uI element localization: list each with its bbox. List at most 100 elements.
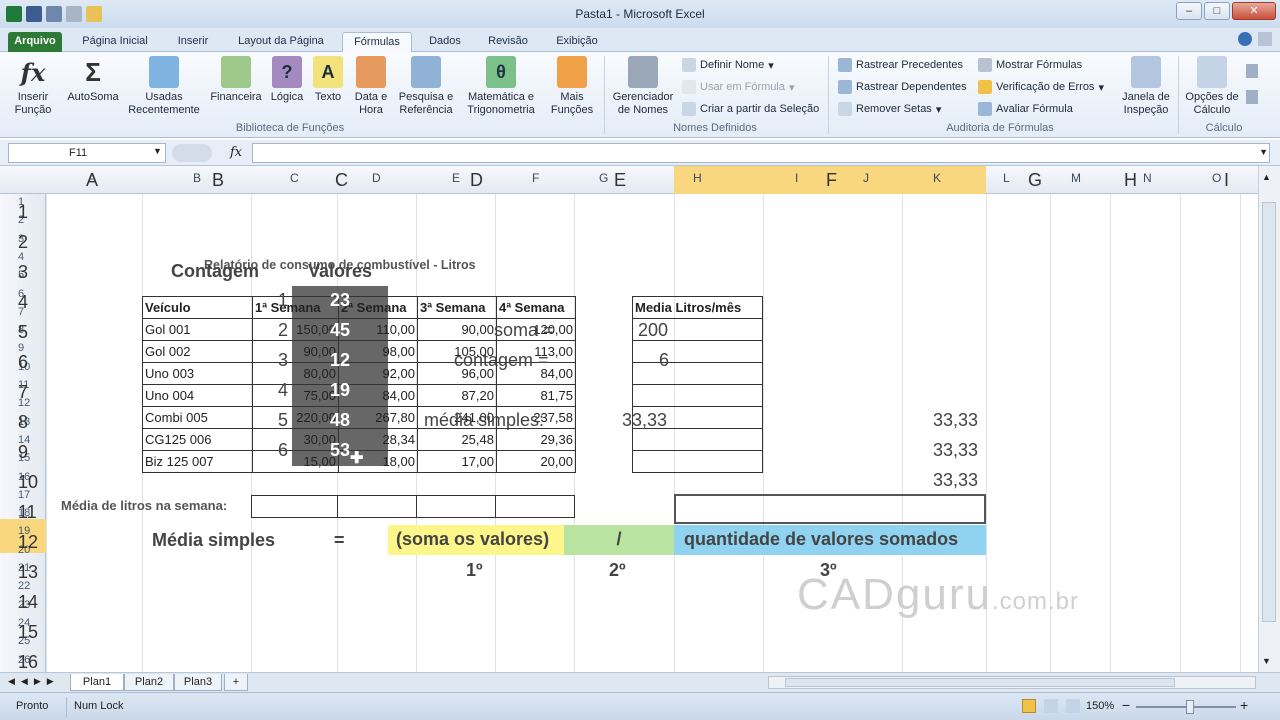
value-cell[interactable]: 98,00	[338, 340, 418, 363]
zoom-out-icon[interactable]: −	[1122, 697, 1130, 713]
page-break-view-icon[interactable]	[1066, 699, 1080, 713]
vehicle-cell[interactable]: Uno 004	[142, 384, 253, 407]
average-cell[interactable]	[337, 495, 417, 518]
maximize-button[interactable]: □	[1204, 2, 1230, 20]
financial-button[interactable]: Financeira	[208, 56, 264, 104]
value-cell[interactable]: 84,00	[338, 384, 418, 407]
value-cell[interactable]: 15,00	[252, 450, 339, 473]
chevron-down-icon[interactable]: ▼	[153, 146, 162, 156]
value-cell[interactable]: 92,00	[338, 362, 418, 385]
lookup-reference-button[interactable]: Pesquisa e Referência	[394, 56, 458, 117]
spreadsheet-grid[interactable]: ABCDEFGHIJKLMNOABCDEFGHI 1 2 3 4 5 6 7 8 9 10 11 12…	[0, 166, 1258, 672]
sheet-nav-arrows-icon[interactable]: ◀◀▶▶	[8, 676, 60, 687]
remove-arrows-button[interactable]: Remover Setas ▾	[838, 102, 941, 116]
vertical-scrollbar[interactable]: ▲ ▼	[1258, 166, 1280, 672]
zoom-level[interactable]: 150%	[1086, 700, 1114, 712]
zoom-in-icon[interactable]: +	[1240, 697, 1248, 713]
value-cell[interactable]: 150,00	[252, 318, 339, 341]
value-cell[interactable]: 30,00	[252, 428, 339, 451]
sheet-tab-plan1[interactable]: Plan1	[70, 674, 124, 691]
formula-bar-handle[interactable]	[172, 144, 212, 162]
value-cell[interactable]: 267,80	[338, 406, 418, 429]
sheet-tab-plan3[interactable]: Plan3	[174, 674, 222, 691]
tab-page-layout[interactable]: Layout da Página	[228, 32, 334, 52]
ribbon-minimize-icon[interactable]	[1258, 32, 1272, 46]
evaluate-formula-button[interactable]: Avaliar Fórmula	[978, 102, 1073, 116]
create-from-selection-button[interactable]: Criar a partir da Seleção	[682, 102, 819, 116]
average-cell[interactable]	[495, 495, 575, 518]
tab-formulas[interactable]: Fórmulas	[342, 32, 412, 52]
define-name-button[interactable]: Definir Nome ▾	[682, 58, 774, 72]
scroll-up-icon[interactable]: ▲	[1262, 172, 1271, 182]
calculate-now-icon[interactable]	[1246, 64, 1258, 78]
media-header[interactable]: Media Litros/mês	[632, 296, 763, 319]
trace-dependents-button[interactable]: Rastrear Dependentes	[838, 80, 967, 94]
media-cell[interactable]	[632, 428, 763, 451]
media-cell[interactable]	[632, 340, 763, 363]
tab-view[interactable]: Exibição	[546, 32, 608, 52]
calculation-options-button[interactable]: Opções de Cálculo	[1182, 56, 1242, 117]
horizontal-scroll-thumb[interactable]	[785, 678, 1175, 687]
date-time-button[interactable]: Data e Hora	[350, 56, 392, 117]
value-cell[interactable]: 80,00	[252, 362, 339, 385]
column-header[interactable]: K	[933, 171, 941, 185]
tab-file[interactable]: Arquivo	[8, 32, 62, 52]
header-week4[interactable]: 4ª Semana	[496, 296, 576, 319]
name-box[interactable]: F11	[8, 143, 166, 163]
calculate-sheet-icon[interactable]	[1246, 90, 1258, 104]
value-cell[interactable]: 220,00	[252, 406, 339, 429]
average-cell[interactable]	[416, 495, 496, 518]
close-button[interactable]: ✕	[1232, 2, 1276, 20]
active-cell[interactable]	[674, 494, 986, 524]
more-functions-button[interactable]: Mais Funções	[544, 56, 600, 117]
zoom-slider-thumb[interactable]	[1186, 700, 1194, 714]
scroll-thumb[interactable]	[1262, 202, 1276, 622]
header-week3[interactable]: 3ª Semana	[417, 296, 497, 319]
column-header[interactable]: B	[193, 171, 201, 185]
value-cell[interactable]: 110,00	[338, 318, 418, 341]
value-cell[interactable]: 75,00	[252, 384, 339, 407]
value-cell[interactable]: 90,00	[252, 340, 339, 363]
horizontal-scrollbar[interactable]	[768, 676, 1256, 689]
column-header[interactable]: M	[1071, 171, 1081, 185]
insert-sheet-icon[interactable]: +	[224, 674, 248, 691]
column-header[interactable]: F	[532, 171, 539, 185]
tab-insert[interactable]: Inserir	[166, 32, 220, 52]
value-cell[interactable]: 87,20	[417, 384, 497, 407]
tab-data[interactable]: Dados	[420, 32, 470, 52]
insert-function-button[interactable]: fx Inserir Função	[10, 56, 56, 117]
column-header[interactable]: J	[863, 171, 869, 185]
media-cell[interactable]	[632, 362, 763, 385]
media-cell[interactable]	[632, 450, 763, 473]
math-trig-button[interactable]: θ Matemática e Trigonometria	[460, 56, 542, 117]
column-header[interactable]: H	[693, 171, 702, 185]
header-vehicle[interactable]: Veículo	[142, 296, 253, 319]
trace-precedents-button[interactable]: Rastrear Precedentes	[838, 58, 963, 72]
value-cell[interactable]: 17,00	[417, 450, 497, 473]
name-manager-button[interactable]: Gerenciador de Nomes	[608, 56, 678, 117]
watch-window-button[interactable]: Janela de Inspeção	[1118, 56, 1174, 117]
show-formulas-button[interactable]: Mostrar Fórmulas	[978, 58, 1082, 72]
header-week1[interactable]: 1ª Semana	[252, 296, 339, 319]
value-cell[interactable]: 81,75	[496, 384, 576, 407]
media-cell[interactable]	[632, 384, 763, 407]
vehicle-cell[interactable]: Gol 001	[142, 318, 253, 341]
column-header[interactable]: D	[372, 171, 381, 185]
vehicle-cell[interactable]: Biz 125 007	[142, 450, 253, 473]
logical-button[interactable]: ? Lógica	[266, 56, 308, 104]
value-cell[interactable]: 25,48	[417, 428, 497, 451]
expand-formula-bar-icon[interactable]: ▼	[1259, 147, 1268, 157]
vehicle-cell[interactable]: Uno 003	[142, 362, 253, 385]
normal-view-icon[interactable]	[1022, 699, 1036, 713]
autosum-button[interactable]: Σ AutoSoma	[64, 56, 122, 104]
scroll-down-icon[interactable]: ▼	[1262, 656, 1271, 666]
minimize-button[interactable]: –	[1176, 2, 1202, 20]
column-header[interactable]: I	[795, 171, 798, 185]
text-button[interactable]: A Texto	[310, 56, 346, 104]
vehicle-cell[interactable]: CG125 006	[142, 428, 253, 451]
column-header[interactable]: N	[1143, 171, 1152, 185]
header-week2[interactable]: 2ª Semana	[338, 296, 418, 319]
recently-used-button[interactable]: Usadas Recentemente	[124, 56, 204, 117]
tab-home[interactable]: Página Inicial	[72, 32, 158, 52]
page-layout-view-icon[interactable]	[1044, 699, 1058, 713]
